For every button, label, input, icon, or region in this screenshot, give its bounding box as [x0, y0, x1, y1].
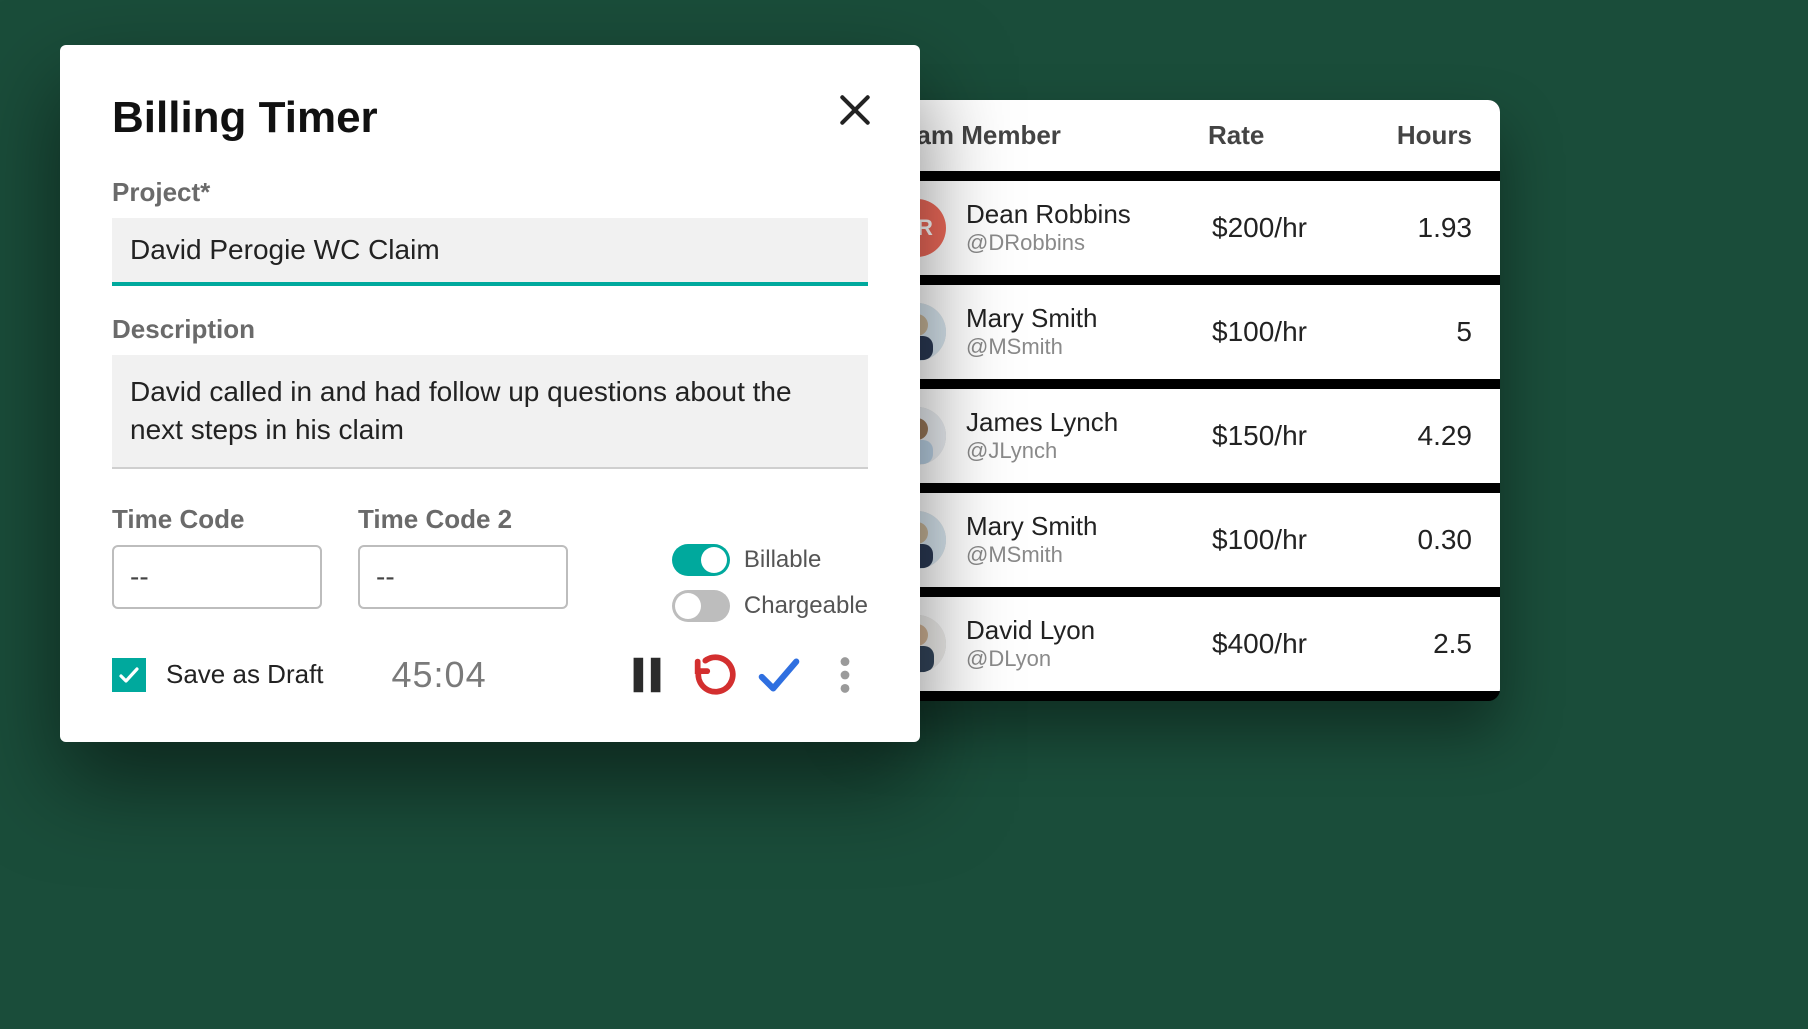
member-name: James Lynch: [966, 407, 1192, 438]
timecode1-input[interactable]: --: [112, 545, 322, 609]
pause-button[interactable]: [624, 652, 670, 698]
billing-timer-modal: Billing Timer Project* Description Time …: [60, 45, 920, 742]
team-table-header: Team Member Rate Hours: [860, 100, 1500, 171]
table-row[interactable]: James Lynch @JLynch $150/hr 4.29: [860, 389, 1500, 483]
member-rate: $100/hr: [1212, 524, 1352, 556]
description-input[interactable]: [112, 355, 868, 469]
column-header-hours: Hours: [1372, 120, 1472, 151]
team-table: Team Member Rate Hours DR Dean Robbins @…: [860, 100, 1500, 701]
billable-toggle[interactable]: [672, 544, 730, 576]
description-label: Description: [112, 314, 868, 345]
close-button[interactable]: [836, 91, 874, 129]
billable-label: Billable: [744, 546, 821, 574]
member-name: Mary Smith: [966, 511, 1192, 542]
member-rate: $150/hr: [1212, 420, 1352, 452]
member-hours: 0.30: [1372, 524, 1472, 556]
timecode2-label: Time Code 2: [358, 504, 568, 535]
project-input[interactable]: [112, 218, 868, 286]
project-label: Project*: [112, 177, 868, 208]
member-hours: 1.93: [1372, 212, 1472, 244]
column-header-rate: Rate: [1208, 120, 1348, 151]
chargeable-label: Chargeable: [744, 592, 868, 620]
member-rate: $400/hr: [1212, 628, 1352, 660]
save-draft-label: Save as Draft: [166, 659, 324, 690]
member-handle: @MSmith: [966, 334, 1192, 360]
member-rate: $200/hr: [1212, 212, 1352, 244]
member-handle: @DRobbins: [966, 230, 1192, 256]
timecode2-input[interactable]: --: [358, 545, 568, 609]
modal-title: Billing Timer: [112, 93, 868, 143]
member-handle: @JLynch: [966, 438, 1192, 464]
save-draft-checkbox[interactable]: [112, 658, 146, 692]
table-row[interactable]: DR Dean Robbins @DRobbins $200/hr 1.93: [860, 181, 1500, 275]
confirm-button[interactable]: [756, 652, 802, 698]
member-hours: 2.5: [1372, 628, 1472, 660]
column-header-member: Team Member: [888, 120, 1184, 151]
more-button[interactable]: [822, 652, 868, 698]
member-handle: @DLyon: [966, 646, 1192, 672]
table-row[interactable]: Mary Smith @MSmith $100/hr 5: [860, 285, 1500, 379]
timer-display: 45:04: [392, 654, 487, 696]
reset-button[interactable]: [690, 652, 736, 698]
timecode1-label: Time Code: [112, 504, 322, 535]
member-name: Mary Smith: [966, 303, 1192, 334]
table-row[interactable]: Mary Smith @MSmith $100/hr 0.30: [860, 493, 1500, 587]
table-row[interactable]: David Lyon @DLyon $400/hr 2.5: [860, 597, 1500, 691]
member-name: David Lyon: [966, 615, 1192, 646]
member-hours: 4.29: [1372, 420, 1472, 452]
member-name: Dean Robbins: [966, 199, 1192, 230]
member-handle: @MSmith: [966, 542, 1192, 568]
chargeable-toggle[interactable]: [672, 590, 730, 622]
member-hours: 5: [1372, 316, 1472, 348]
member-rate: $100/hr: [1212, 316, 1352, 348]
